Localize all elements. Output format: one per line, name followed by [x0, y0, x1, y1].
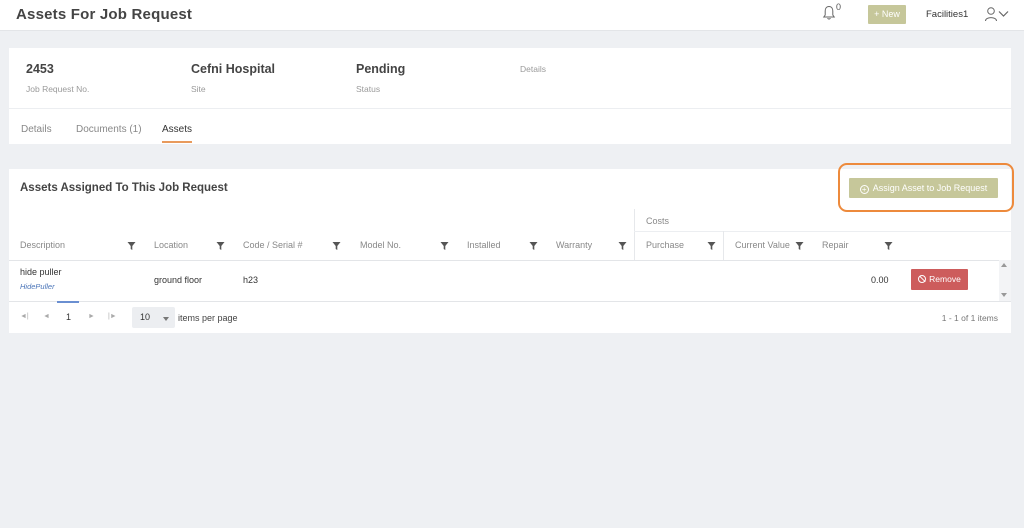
last-page-icon[interactable]: |►	[108, 313, 117, 320]
current-page[interactable]: 1	[66, 312, 71, 322]
per-page-label: items per page	[178, 313, 238, 323]
job-number-label: Job Request No.	[26, 84, 90, 94]
next-page-icon[interactable]: ►	[88, 313, 95, 320]
status-label: Status	[356, 84, 381, 94]
previous-page-icon[interactable]: ◄	[43, 313, 50, 320]
status-field: Pending Status	[356, 62, 405, 94]
top-bar: Assets For Job Request 0 + New Facilitie…	[0, 0, 1024, 31]
column-header-installed[interactable]: Installed	[467, 240, 501, 250]
column-header-location[interactable]: Location	[154, 240, 188, 250]
filter-icon[interactable]	[795, 241, 804, 251]
costs-column-group	[634, 209, 1011, 261]
asset-link[interactable]: HidePuller	[20, 282, 55, 291]
filter-icon[interactable]	[529, 241, 538, 251]
costs-group-label: Costs	[646, 216, 670, 226]
divider	[634, 231, 1011, 232]
tab-documents[interactable]: Documents (1)	[76, 124, 142, 135]
assets-card: Assets Assigned To This Job Request + Ass…	[9, 163, 1014, 333]
divider	[9, 260, 1011, 261]
column-header-warranty[interactable]: Warranty	[556, 240, 592, 250]
filter-icon[interactable]	[440, 241, 449, 251]
site-label: Site	[191, 84, 206, 94]
user-icon[interactable]	[984, 6, 998, 22]
job-header-card: 2453 Job Request No. Cefni Hospital Site…	[9, 48, 1011, 144]
details-field: Details	[520, 62, 546, 74]
user-name[interactable]: Facilities1	[926, 9, 968, 20]
column-header-current-value[interactable]: Current Value	[735, 240, 790, 250]
scroll-down-icon[interactable]	[1001, 293, 1007, 297]
asset-location: ground floor	[154, 275, 203, 285]
items-summary: 1 - 1 of 1 items	[941, 313, 998, 323]
filter-icon[interactable]	[127, 241, 136, 251]
tab-assets[interactable]: Assets	[162, 124, 192, 135]
column-header-repair[interactable]: Repair	[822, 240, 849, 250]
divider	[9, 108, 1011, 109]
new-button[interactable]: + New	[868, 5, 906, 24]
asset-repair-cost: 0.00	[871, 275, 889, 285]
site-name: Cefni Hospital	[191, 62, 276, 76]
page-size-select[interactable]: 10	[132, 307, 175, 328]
job-number: 2453	[26, 62, 54, 76]
filter-icon[interactable]	[332, 241, 341, 251]
divider	[9, 301, 1011, 302]
chevron-down-icon[interactable]	[998, 10, 1009, 18]
bell-icon[interactable]	[822, 5, 836, 21]
filter-icon[interactable]	[216, 241, 225, 251]
scroll-up-icon[interactable]	[1001, 263, 1007, 267]
assign-asset-button[interactable]: + Assign Asset to Job Request	[849, 178, 998, 198]
notification-count: 0	[836, 2, 842, 12]
plus-circle-icon: +	[859, 185, 869, 194]
details-label: Details	[520, 64, 546, 74]
asset-description: hide puller	[20, 267, 62, 277]
first-page-icon[interactable]: ◄|	[20, 313, 29, 320]
column-header-purchase[interactable]: Purchase	[646, 240, 684, 250]
column-header-model[interactable]: Model No.	[360, 240, 401, 250]
tab-details[interactable]: Details	[21, 124, 52, 135]
column-separator	[723, 231, 724, 261]
caret-down-icon	[163, 317, 169, 321]
page-size-value: 10	[140, 312, 151, 322]
remove-button[interactable]: Remove	[911, 269, 968, 290]
job-number-field: 2453 Job Request No.	[26, 62, 89, 94]
column-header-code[interactable]: Code / Serial #	[243, 240, 303, 250]
active-tab-indicator	[162, 141, 192, 143]
section-title: Assets Assigned To This Job Request	[20, 182, 228, 194]
site-field: Cefni Hospital Site	[191, 62, 275, 94]
filter-icon[interactable]	[884, 241, 893, 251]
page-title: Assets For Job Request	[16, 6, 193, 23]
scrollbar[interactable]	[999, 260, 1011, 301]
remove-label: Remove	[929, 274, 961, 284]
ban-icon	[918, 275, 927, 283]
column-header-description[interactable]: Description	[20, 240, 65, 250]
status-value: Pending	[356, 62, 406, 76]
filter-icon[interactable]	[707, 241, 716, 251]
horizontal-scroll-indicator	[57, 301, 79, 303]
filter-icon[interactable]	[618, 241, 627, 251]
asset-code: h23	[243, 275, 259, 285]
assign-asset-label: Assign Asset to Job Request	[872, 183, 988, 193]
